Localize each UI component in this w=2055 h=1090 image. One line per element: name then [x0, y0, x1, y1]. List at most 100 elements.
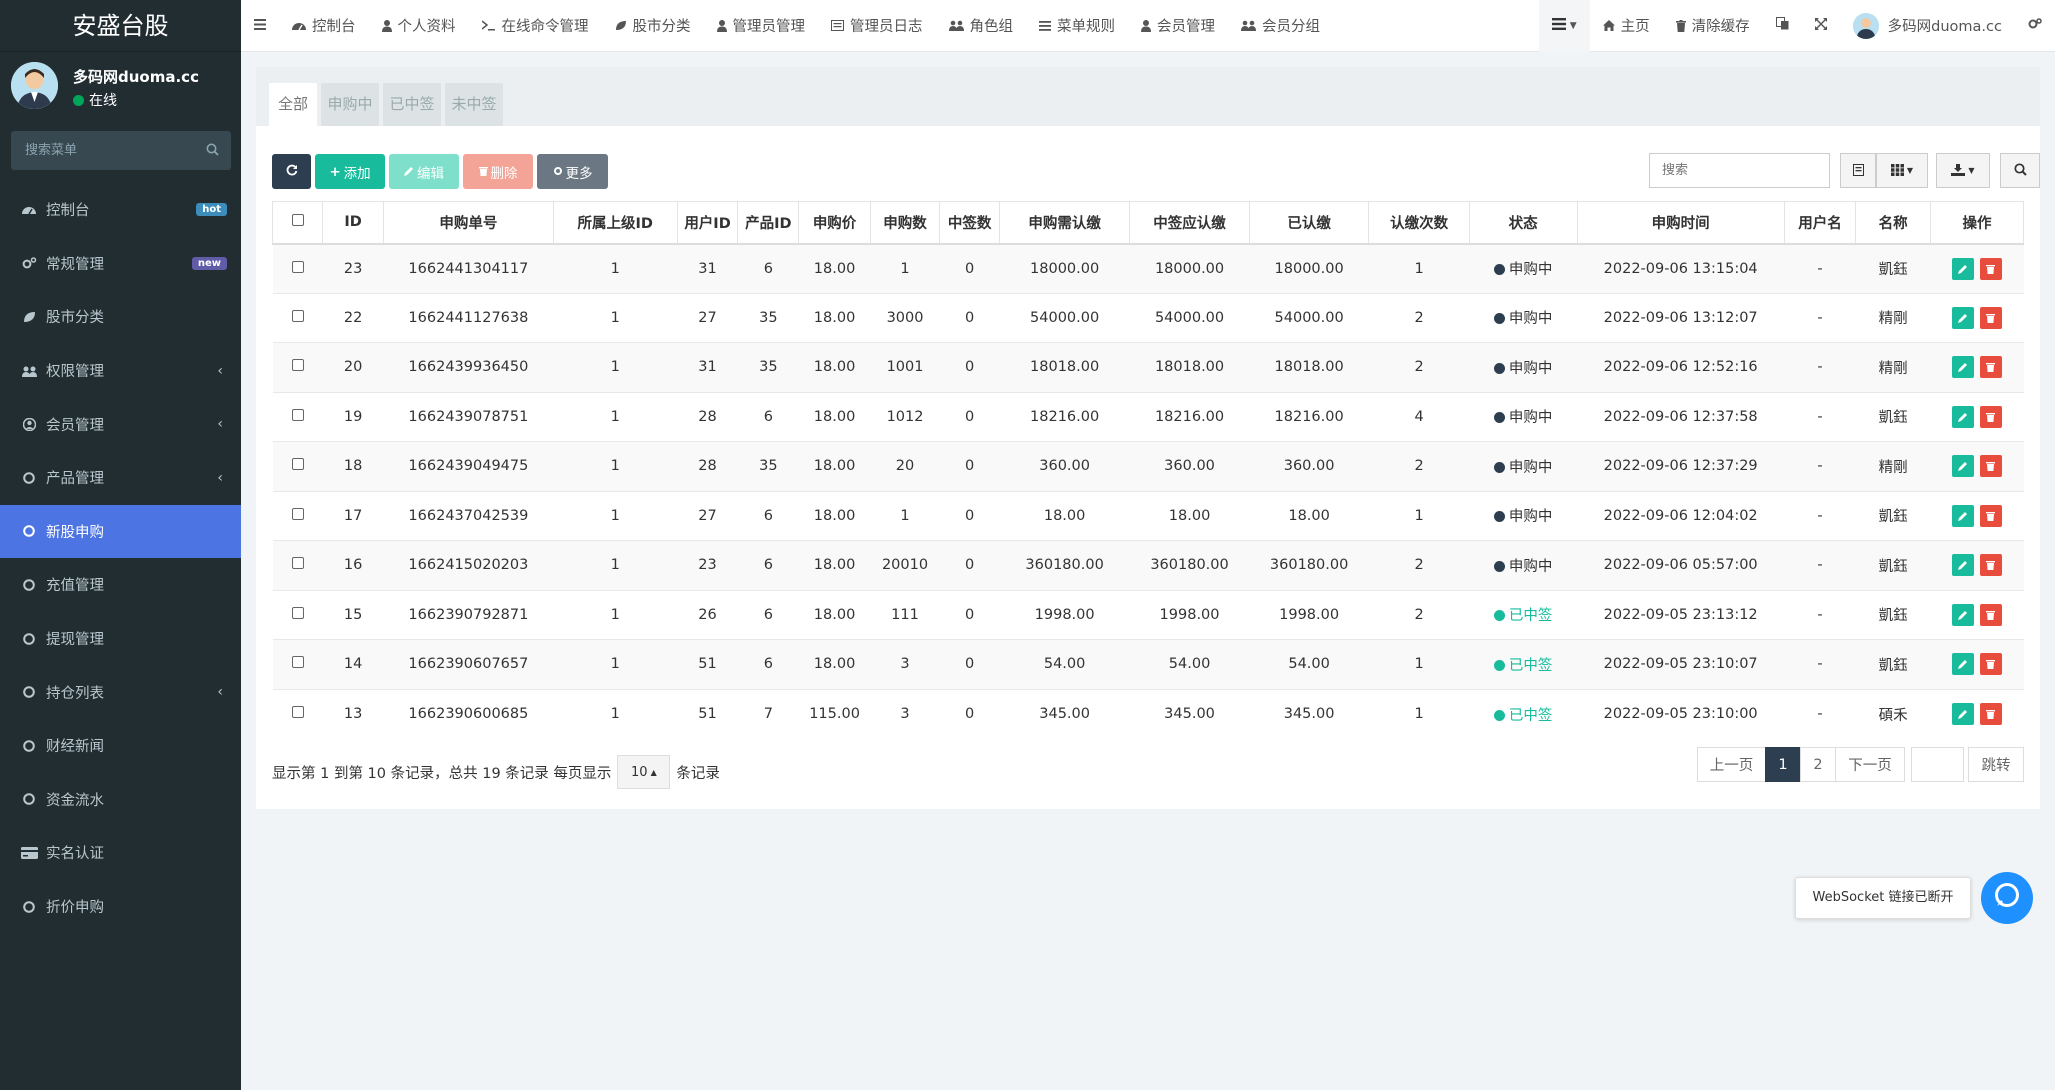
row-checkbox[interactable]: [292, 359, 304, 371]
sidebar-item-1[interactable]: 常规管理new: [0, 237, 241, 291]
top-tab-2[interactable]: 在线命令管理: [469, 0, 602, 52]
tab-1[interactable]: 申购中: [321, 83, 379, 126]
column-header[interactable]: 中签应认缴: [1130, 202, 1250, 244]
column-header[interactable]: 认缴次数: [1369, 202, 1469, 244]
row-checkbox[interactable]: [292, 656, 304, 668]
column-header[interactable]: 申购时间: [1577, 202, 1784, 244]
top-tab-9[interactable]: 会员分组: [1228, 0, 1333, 52]
edit-button[interactable]: 编辑: [389, 154, 459, 189]
nav-menu-dropdown[interactable]: ▼: [1539, 0, 1590, 52]
delete-row-button[interactable]: [1980, 307, 2002, 329]
row-checkbox[interactable]: [292, 409, 304, 421]
edit-row-button[interactable]: [1952, 258, 1974, 280]
delete-row-button[interactable]: [1980, 455, 2002, 477]
sidebar-item-7[interactable]: 充值管理: [0, 558, 241, 612]
sidebar-item-0[interactable]: 控制台hot: [0, 183, 241, 237]
jump-button[interactable]: 跳转: [1968, 747, 2024, 782]
table-row[interactable]: 151662390792871126618.0011101998.001998.…: [273, 590, 2024, 640]
home-link[interactable]: 主页: [1590, 0, 1663, 52]
more-button[interactable]: 更多: [537, 154, 608, 189]
sidebar-item-4[interactable]: 会员管理‹: [0, 397, 241, 451]
columns-dropdown[interactable]: ▼: [1876, 153, 1928, 188]
row-checkbox[interactable]: [292, 706, 304, 718]
add-button[interactable]: +添加: [315, 154, 385, 189]
settings-button[interactable]: [2015, 0, 2055, 52]
column-header[interactable]: 申购数: [870, 202, 939, 244]
tab-2[interactable]: 已中签: [383, 83, 441, 126]
fullscreen-button[interactable]: [1802, 0, 1840, 52]
column-header[interactable]: 用户ID: [677, 202, 738, 244]
column-header[interactable]: ID: [323, 202, 384, 244]
next-page-button[interactable]: 下一页: [1835, 747, 1905, 782]
table-row[interactable]: 171662437042539127618.001018.0018.0018.0…: [273, 491, 2024, 541]
sidebar-item-12[interactable]: 实名认证: [0, 826, 241, 880]
row-checkbox[interactable]: [292, 557, 304, 569]
edit-row-button[interactable]: [1952, 307, 1974, 329]
top-tab-5[interactable]: 管理员日志: [818, 0, 936, 52]
toggle-view-button[interactable]: [1840, 153, 1876, 188]
top-tab-3[interactable]: 股市分类: [602, 0, 704, 52]
table-row[interactable]: 231662441304117131618.001018000.0018000.…: [273, 244, 2024, 294]
select-all-checkbox[interactable]: [292, 214, 304, 226]
table-row[interactable]: 2016624399364501313518.001001018018.0018…: [273, 343, 2024, 393]
edit-row-button[interactable]: [1952, 653, 1974, 675]
column-header[interactable]: 名称: [1856, 202, 1931, 244]
edit-row-button[interactable]: [1952, 356, 1974, 378]
sidebar-item-8[interactable]: 提现管理: [0, 612, 241, 666]
sidebar-item-9[interactable]: 持仓列表‹: [0, 665, 241, 719]
top-tab-1[interactable]: 个人资料: [369, 0, 469, 52]
chat-bubble-button[interactable]: [1981, 872, 2033, 924]
sidebar-item-6[interactable]: 新股申购: [0, 505, 241, 559]
edit-row-button[interactable]: [1952, 703, 1974, 725]
page-1-button[interactable]: 1: [1765, 747, 1801, 782]
row-checkbox[interactable]: [292, 310, 304, 322]
top-tab-6[interactable]: 角色组: [936, 0, 1027, 52]
delete-row-button[interactable]: [1980, 356, 2002, 378]
tab-0[interactable]: 全部: [269, 83, 317, 126]
app-title[interactable]: 安盛台股: [0, 0, 241, 52]
sidebar-item-10[interactable]: 财经新闻: [0, 719, 241, 773]
prev-page-button[interactable]: 上一页: [1697, 747, 1766, 782]
delete-row-button[interactable]: [1980, 406, 2002, 428]
delete-row-button[interactable]: [1980, 505, 2002, 527]
sidebar-item-13[interactable]: 折价申购: [0, 880, 241, 934]
delete-button[interactable]: 删除: [463, 154, 533, 189]
refresh-button[interactable]: [272, 154, 311, 189]
delete-row-button[interactable]: [1980, 604, 2002, 626]
table-search-input[interactable]: [1650, 154, 1829, 187]
delete-row-button[interactable]: [1980, 554, 2002, 576]
sidebar-item-3[interactable]: 权限管理‹: [0, 344, 241, 398]
top-tab-8[interactable]: 会员管理: [1128, 0, 1228, 52]
edit-row-button[interactable]: [1952, 505, 1974, 527]
edit-row-button[interactable]: [1952, 406, 1974, 428]
delete-row-button[interactable]: [1980, 653, 2002, 675]
column-header[interactable]: 中签数: [940, 202, 1000, 244]
jump-page-input[interactable]: [1911, 747, 1964, 782]
search-icon[interactable]: [206, 142, 219, 160]
row-checkbox[interactable]: [292, 261, 304, 273]
column-header[interactable]: 申购需认缴: [1000, 202, 1130, 244]
sidebar-item-5[interactable]: 产品管理‹: [0, 451, 241, 505]
row-checkbox[interactable]: [292, 607, 304, 619]
top-tab-0[interactable]: 控制台: [279, 0, 369, 52]
table-row[interactable]: 2216624411276381273518.003000054000.0054…: [273, 293, 2024, 343]
top-tab-4[interactable]: 管理员管理: [704, 0, 819, 52]
table-row[interactable]: 1816624390494751283518.00200360.00360.00…: [273, 442, 2024, 492]
edit-row-button[interactable]: [1952, 554, 1974, 576]
tab-3[interactable]: 未中签: [445, 83, 503, 126]
language-button[interactable]: [1763, 0, 1802, 52]
delete-row-button[interactable]: [1980, 258, 2002, 280]
export-dropdown[interactable]: ▼: [1936, 153, 1990, 188]
edit-row-button[interactable]: [1952, 455, 1974, 477]
table-row[interactable]: 1316623906006851517115.0030345.00345.003…: [273, 689, 2024, 739]
row-checkbox[interactable]: [292, 458, 304, 470]
column-header[interactable]: 申购单号: [384, 202, 554, 244]
edit-row-button[interactable]: [1952, 604, 1974, 626]
advanced-search-button[interactable]: [2000, 153, 2040, 188]
sidebar-toggle[interactable]: [241, 0, 279, 52]
menu-search-input[interactable]: [11, 131, 231, 170]
table-row[interactable]: 191662439078751128618.001012018216.00182…: [273, 392, 2024, 442]
top-tab-7[interactable]: 菜单规则: [1026, 0, 1128, 52]
column-header[interactable]: 产品ID: [738, 202, 799, 244]
sidebar-item-11[interactable]: 资金流水: [0, 773, 241, 827]
